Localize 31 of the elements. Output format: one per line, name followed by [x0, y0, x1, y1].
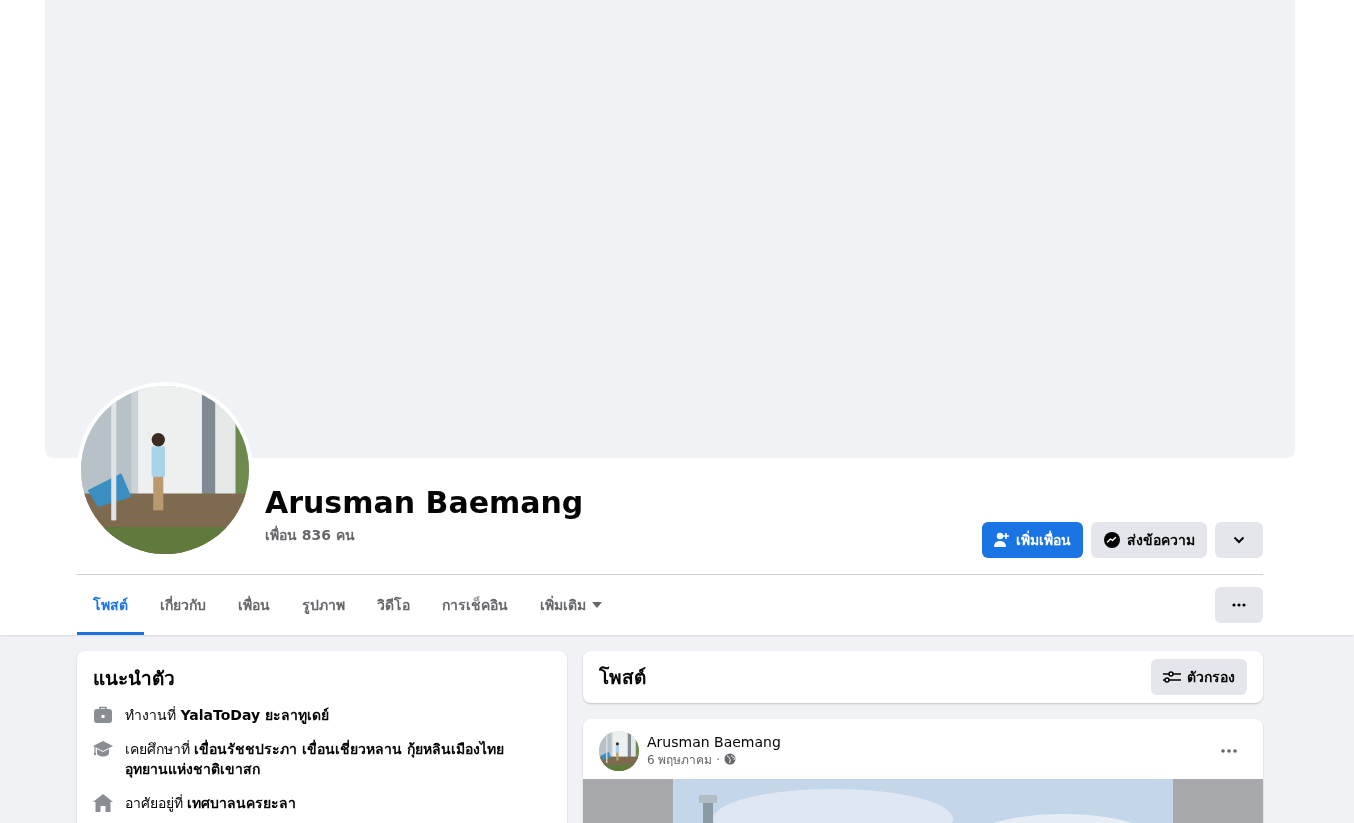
chevron-down-icon — [1233, 536, 1245, 544]
profile-tab[interactable]: เกี่ยวกับ — [144, 575, 222, 635]
messenger-icon — [1103, 531, 1121, 549]
more-options-button[interactable] — [1215, 587, 1263, 623]
post-date[interactable]: 6 พฤษภาคม · — [647, 749, 721, 769]
intro-detail: ทำงานที่ YalaToDay ยะลาทูเดย์ — [125, 705, 329, 725]
expand-button[interactable] — [1215, 522, 1263, 558]
filter-icon — [1163, 670, 1181, 684]
post-author[interactable]: Arusman Baemang — [647, 733, 1203, 750]
intro-detail: เคยศึกษาที่ เขื่อนรัชชประภา เขื่อนเชี่ยวหลาน กุ้ยหลินเมืองไทย อุทยานแห่งชาติเขาสก — [125, 739, 506, 779]
profile-tab[interactable]: รูปภาพ — [286, 575, 361, 635]
author-avatar[interactable] — [599, 731, 639, 771]
profile-tab[interactable]: เพิ่มเติม — [524, 575, 618, 635]
card-title: แนะนำตัว — [93, 666, 176, 691]
intro-detail: อาศัยอยู่ที่ เทศบาลนครยะลา — [125, 793, 297, 813]
more-icon — [1232, 603, 1246, 607]
profile-tab[interactable]: การเช็คอิน — [426, 575, 524, 635]
profile-name: Arusman Baemang — [265, 485, 585, 520]
friend-count[interactable]: เพื่อน 836 คน — [265, 527, 355, 543]
card-title: โพสต์ — [599, 665, 646, 690]
graduation-cap-icon — [93, 739, 113, 759]
briefcase-icon — [93, 705, 113, 725]
message-button[interactable]: ส่งข้อความ — [1091, 522, 1207, 558]
house-icon — [93, 793, 113, 813]
profile-tab[interactable]: วิดีโอ — [361, 575, 426, 635]
more-icon — [1221, 749, 1237, 753]
profile-tab[interactable]: เพื่อน — [222, 575, 286, 635]
add-friend-button[interactable]: เพิ่มเพื่อน — [982, 522, 1083, 558]
profile-tab[interactable]: โพสต์ — [77, 575, 144, 635]
filter-button[interactable]: ตัวกรอง — [1151, 659, 1247, 695]
add-friend-icon — [994, 532, 1010, 548]
